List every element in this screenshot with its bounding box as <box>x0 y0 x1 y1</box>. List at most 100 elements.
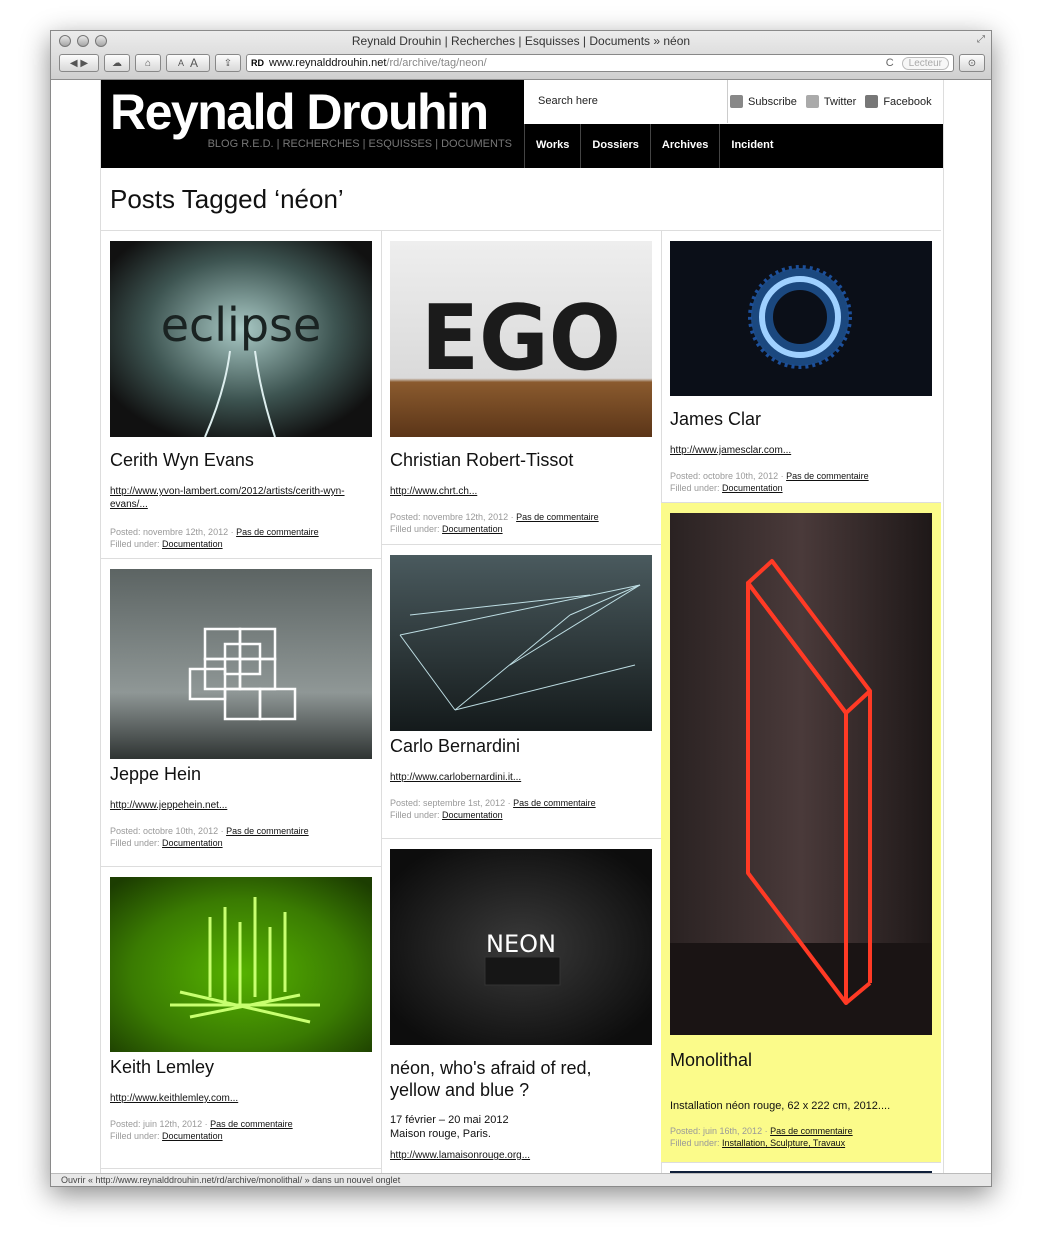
post-excerpt: Installation néon rouge, 62 x 222 cm, 20… <box>670 1100 891 1112</box>
green-neon-image <box>110 877 372 1052</box>
rss-icon <box>730 95 743 108</box>
site-logo[interactable]: Reynald Drouhin <box>110 86 489 138</box>
post-thumbnail[interactable]: EGO <box>390 241 652 437</box>
nav-item-archives[interactable]: Archives <box>649 124 719 168</box>
reload-icon[interactable]: C <box>886 57 894 69</box>
url-path: /rd/archive/tag/neon/ <box>386 57 487 69</box>
category-link[interactable]: Documentation <box>162 539 223 549</box>
font-size-button[interactable]: AA <box>166 54 210 72</box>
post-link[interactable]: http://www.jamesclar.com... <box>670 444 930 457</box>
reader-button[interactable]: Lecteur <box>901 56 949 70</box>
post-title[interactable]: James Clar <box>670 408 761 430</box>
subscribe-link[interactable]: Subscribe <box>730 95 797 108</box>
post-link[interactable]: http://www.yvon-lambert.com/2012/artists… <box>110 485 370 511</box>
comments-link[interactable]: Pas de commentaire <box>513 798 596 808</box>
column-3: James Clar http://www.jamesclar.com... P… <box>661 230 941 1174</box>
search-input[interactable]: Search here <box>524 80 728 123</box>
category-link[interactable]: Documentation <box>442 524 503 534</box>
neon-sign-text: NEON <box>486 930 556 958</box>
browser-window: Reynald Drouhin | Recherches | Esquisses… <box>50 30 992 1187</box>
post-title[interactable]: néon, who's afraid of red, yellow and bl… <box>390 1057 620 1101</box>
post-thumbnail[interactable] <box>390 555 652 731</box>
post-meta: Posted: novembre 12th, 2012 · Pas de com… <box>110 526 319 550</box>
eclipse-neon-text: eclipse <box>161 298 322 352</box>
post-meta: Posted: octobre 10th, 2012 · Pas de comm… <box>670 470 869 494</box>
back-forward-button[interactable]: ◀ ▶ <box>59 54 99 72</box>
nav-item-incident[interactable]: Incident <box>719 124 784 168</box>
home-icon[interactable]: ⌂ <box>135 54 161 72</box>
url-domain: www.reynalddrouhin.net <box>269 57 387 69</box>
twitter-link[interactable]: Twitter <box>805 95 856 108</box>
post-title[interactable]: Jeppe Hein <box>110 763 201 785</box>
title-bar: Reynald Drouhin | Recherches | Esquisses… <box>51 31 991 80</box>
neon-sign-image: NEON <box>390 849 652 1045</box>
post-thumbnail[interactable]: eclipse <box>110 241 372 437</box>
favicon: RD <box>251 58 264 68</box>
post-thumbnail[interactable]: NEON <box>390 849 652 1045</box>
twitter-icon <box>805 95 819 108</box>
post-title[interactable]: Cerith Wyn Evans <box>110 449 254 471</box>
comments-link[interactable]: Pas de commentaire <box>786 471 869 481</box>
nav-item-dossiers[interactable]: Dossiers <box>580 124 649 168</box>
post-link[interactable]: http://www.jeppehein.net... <box>110 799 370 812</box>
facebook-link[interactable]: Facebook <box>865 95 932 108</box>
fullscreen-icon[interactable]: ⤢ <box>977 34 985 45</box>
comments-link[interactable]: Pas de commentaire <box>770 1126 853 1136</box>
post-thumbnail[interactable] <box>670 513 932 1035</box>
status-bar: Ouvrir « http://www.reynalddrouhin.net/r… <box>51 1173 991 1186</box>
post-date: Posted: novembre 12th, 2012 · <box>390 512 514 522</box>
post-link[interactable]: http://www.lamaisonrouge.org... <box>390 1149 650 1162</box>
post-thumbnail[interactable] <box>670 241 932 396</box>
post-link[interactable]: http://www.chrt.ch... <box>390 485 650 498</box>
filed-label: Filled under: <box>390 524 440 534</box>
filed-label: Filled under: <box>110 838 160 848</box>
post-card: NEON néon, who's afraid of red, yellow a… <box>381 839 661 1174</box>
category-link[interactable]: Documentation <box>442 810 503 820</box>
downloads-icon[interactable]: ⊙ <box>959 54 985 72</box>
comments-link[interactable]: Pas de commentaire <box>516 512 599 522</box>
font-large-label: A <box>190 56 199 70</box>
blue-ring-image <box>670 241 932 396</box>
post-meta: Posted: novembre 12th, 2012 · Pas de com… <box>390 511 599 535</box>
filed-label: Filled under: <box>110 1131 160 1141</box>
comments-link[interactable]: Pas de commentaire <box>226 826 309 836</box>
site-container: Reynald Drouhin BLOG R.E.D. | RECHERCHES… <box>100 80 944 1174</box>
post-card: Jeppe Hein http://www.jeppehein.net... P… <box>101 559 381 867</box>
category-link[interactable]: Installation, Sculpture, Travaux <box>722 1138 845 1148</box>
highlighted-post-card: Monolithal Installation néon rouge, 62 x… <box>661 503 941 1163</box>
category-link[interactable]: Documentation <box>722 483 783 493</box>
font-small-label: A <box>177 58 184 68</box>
filed-label: Filled under: <box>670 1138 720 1148</box>
facebook-icon <box>865 95 879 108</box>
ego-image: EGO <box>390 241 652 437</box>
post-title[interactable]: Keith Lemley <box>110 1056 214 1078</box>
post-title[interactable]: Monolithal <box>670 1049 752 1071</box>
post-link[interactable]: http://www.keithlemley.com... <box>110 1092 370 1105</box>
share-icon[interactable]: ⇪ <box>215 54 241 72</box>
window-title: Reynald Drouhin | Recherches | Esquisses… <box>351 34 691 48</box>
post-thumbnail[interactable] <box>110 569 372 759</box>
post-date: Posted: novembre 12th, 2012 · <box>110 527 234 537</box>
header-tools: Search here Subscribe Twitter Facebook <box>524 80 943 124</box>
post-meta: Posted: septembre 1st, 2012 · Pas de com… <box>390 797 596 821</box>
category-link[interactable]: Documentation <box>162 1131 223 1141</box>
main-nav: Works Dossiers Archives Incident <box>524 124 785 168</box>
post-title[interactable]: Christian Robert-Tissot <box>390 449 573 471</box>
category-link[interactable]: Documentation <box>162 838 223 848</box>
post-date: Posted: septembre 1st, 2012 · <box>390 798 511 808</box>
address-bar[interactable]: RD www.reynalddrouhin.net/rd/archive/tag… <box>246 54 954 72</box>
cube-neon-image <box>110 569 372 759</box>
comments-link[interactable]: Pas de commentaire <box>236 527 319 537</box>
post-link[interactable]: http://www.carlobernardini.it... <box>390 771 650 784</box>
nav-item-works[interactable]: Works <box>524 124 580 168</box>
laser-lines-image <box>390 555 652 731</box>
column-2: EGO Christian Robert-Tissot http://www.c… <box>381 230 662 1174</box>
post-thumbnail[interactable] <box>110 877 372 1052</box>
post-meta: Posted: juin 16th, 2012 · Pas de comment… <box>670 1125 853 1149</box>
post-date: Posted: juin 16th, 2012 · <box>670 1126 768 1136</box>
post-title[interactable]: Carlo Bernardini <box>390 735 520 757</box>
icloud-icon[interactable]: ☁ <box>104 54 130 72</box>
subscribe-label: Subscribe <box>748 95 797 108</box>
comments-link[interactable]: Pas de commentaire <box>210 1119 293 1129</box>
ego-art-text: EGO <box>421 286 621 391</box>
